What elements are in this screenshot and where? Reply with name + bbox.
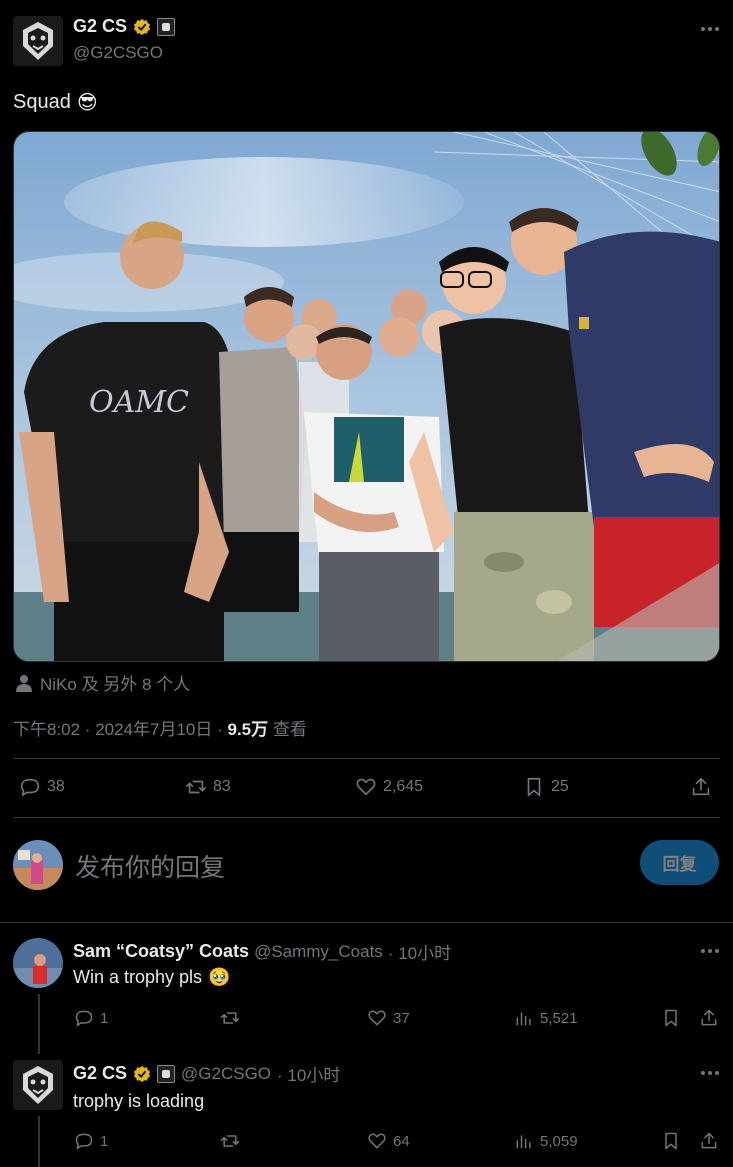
reply-reply-count: 1 (100, 1132, 109, 1150)
reply-retweet-button[interactable] (220, 1008, 240, 1028)
reply-share-button[interactable] (699, 1131, 719, 1151)
reply-timestamp[interactable]: · 10小时 (388, 939, 451, 964)
reply-share-button[interactable] (699, 1008, 719, 1028)
thread-line (38, 1116, 40, 1167)
divider (13, 817, 720, 818)
retweet-count: 83 (213, 778, 231, 795)
bookmark-button[interactable]: 25 (523, 776, 569, 798)
reply-views-count: 5,521 (540, 1009, 578, 1027)
tweet-text: Squad (13, 91, 71, 113)
reply-like-button[interactable]: 37 (367, 1008, 410, 1028)
like-count: 2,645 (383, 778, 424, 795)
heart-icon (368, 1010, 386, 1026)
reply-author-avatar[interactable] (13, 938, 63, 988)
reply-icon (75, 1133, 93, 1150)
g2-logo-icon (13, 16, 63, 66)
author-avatar[interactable] (13, 16, 63, 66)
analytics-icon (516, 1012, 531, 1026)
retweet-icon (220, 1012, 240, 1024)
reply-views-button[interactable]: 5,521 (514, 1008, 578, 1028)
sunglasses-emoji-icon: 😎 (76, 92, 98, 114)
like-button[interactable]: 2,645 (355, 776, 423, 798)
share-button[interactable] (690, 776, 712, 798)
bookmark-icon (665, 1009, 677, 1027)
bookmark-icon (527, 777, 541, 797)
reply-icon (20, 778, 40, 797)
reply-submit-label: 回复 (662, 855, 697, 874)
reply-submit-button[interactable]: 回复 (640, 840, 719, 885)
share-icon (701, 1132, 717, 1149)
reply-more-options-button[interactable] (701, 949, 719, 953)
share-icon (701, 1009, 717, 1026)
reply-reply-button[interactable]: 1 (74, 1008, 108, 1028)
reply-bookmark-button[interactable] (661, 1131, 681, 1151)
tweet-meta: 下午8:02 · 2024年7月10日 · 9.5万 查看 (13, 715, 307, 740)
g2-logo-icon (13, 1060, 63, 1110)
person-icon (16, 674, 32, 692)
reply-text: Win a trophy pls (73, 967, 203, 987)
reply-text: trophy is loading (73, 1091, 205, 1111)
retweet-button[interactable]: 83 (185, 776, 231, 798)
more-options-button[interactable] (701, 27, 719, 31)
retweet-icon (186, 780, 206, 794)
affiliate-badge-icon[interactable] (157, 17, 176, 36)
reply-like-count: 37 (393, 1009, 410, 1027)
bookmark-count: 25 (551, 778, 569, 795)
reply-input[interactable]: 发布你的回复 (75, 848, 225, 884)
divider (0, 922, 733, 923)
reply-author-handle[interactable]: @G2CSGO (181, 1064, 271, 1084)
views-count: 9.5万 (227, 720, 269, 739)
svg-text:OAMC: OAMC (89, 385, 189, 420)
affiliate-badge-icon[interactable] (157, 1064, 176, 1083)
reply-count: 38 (47, 778, 65, 795)
author-name[interactable]: G2 CS (73, 16, 127, 37)
reply-author-name[interactable]: G2 CS (73, 1063, 127, 1084)
reply-like-button[interactable]: 64 (367, 1131, 410, 1151)
reply-button[interactable]: 38 (19, 776, 65, 798)
reply-timestamp[interactable]: · 10小时 (277, 1061, 340, 1086)
thread-line (38, 994, 40, 1054)
user-avatar[interactable] (13, 840, 63, 890)
reply-views-count: 5,059 (540, 1132, 578, 1150)
reply-reply-count: 1 (100, 1009, 109, 1027)
divider (13, 758, 720, 759)
reply-reply-button[interactable]: 1 (74, 1131, 108, 1151)
heart-icon (356, 778, 376, 796)
verified-badge-icon[interactable] (133, 1065, 151, 1083)
tweet-timestamp[interactable]: 下午8:02 · 2024年7月10日 · (13, 720, 227, 739)
verified-badge-icon[interactable] (133, 18, 151, 36)
share-icon (692, 777, 710, 796)
analytics-icon (516, 1135, 531, 1149)
reply-bookmark-button[interactable] (661, 1008, 681, 1028)
reply-more-options-button[interactable] (701, 1071, 719, 1075)
reply-views-button[interactable]: 5,059 (514, 1131, 578, 1151)
reply-author-avatar[interactable] (13, 1060, 63, 1110)
heart-icon (368, 1133, 386, 1149)
views-label: 查看 (268, 720, 307, 739)
reply-retweet-button[interactable] (220, 1131, 240, 1151)
tagged-people-link[interactable]: NiKo 及 另外 8 个人 (40, 670, 190, 695)
reply-like-count: 64 (393, 1132, 410, 1150)
retweet-icon (220, 1135, 240, 1147)
pleading-emoji-icon: 🥹 (208, 967, 231, 987)
reply-author-handle[interactable]: @Sammy_Coats (254, 942, 383, 962)
tweet-photo[interactable]: OAMC (13, 131, 720, 662)
reply-icon (75, 1010, 93, 1027)
reply-author-name[interactable]: Sam “Coatsy” Coats (73, 941, 249, 962)
author-handle[interactable]: @G2CSGO (73, 43, 163, 63)
bookmark-icon (665, 1132, 677, 1150)
